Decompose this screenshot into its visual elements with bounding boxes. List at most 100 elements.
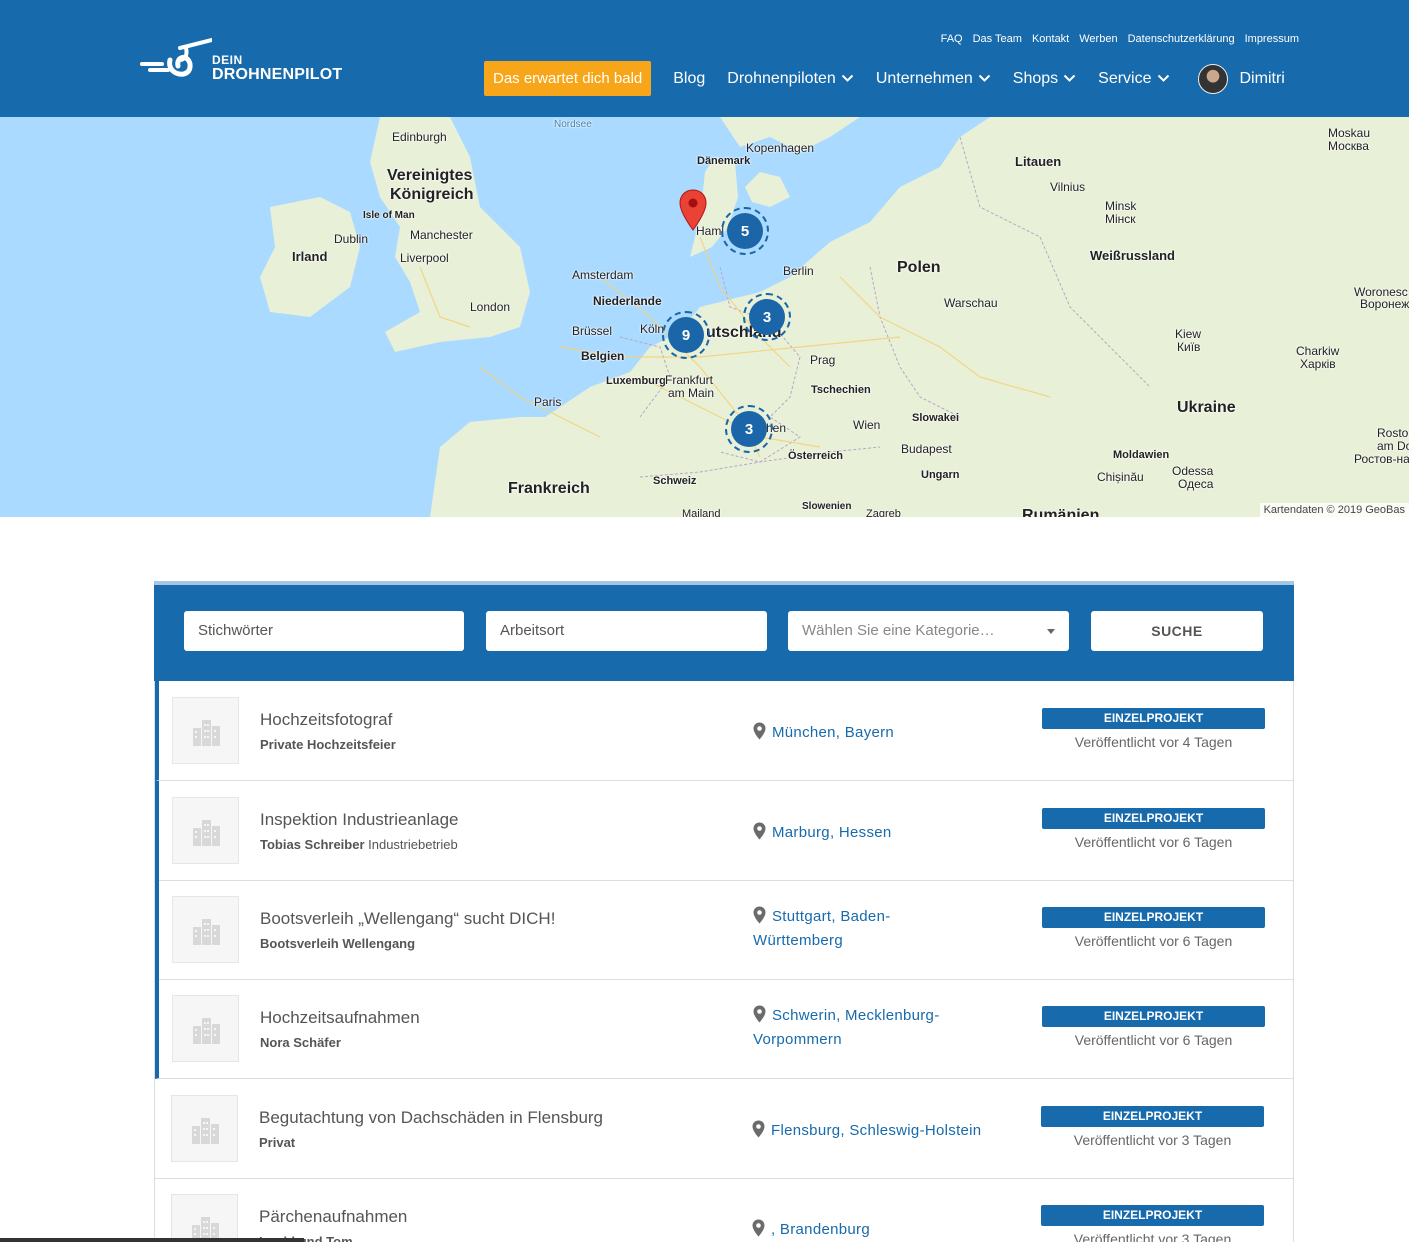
job-location[interactable]: Schwerin, Mecklenburg- Vorpommern bbox=[753, 1004, 1023, 1052]
job-company: Bootsverleih Wellengang bbox=[260, 936, 415, 951]
map-label: Prag bbox=[810, 353, 836, 367]
map-cluster-muenchen[interactable]: 3 bbox=[725, 405, 773, 453]
job-title[interactable]: Inspektion Industrieanlage bbox=[260, 810, 458, 830]
company-logo-placeholder bbox=[172, 697, 239, 764]
nav-blog[interactable]: Blog bbox=[673, 70, 705, 88]
building-icon bbox=[193, 919, 220, 945]
location-input[interactable]: Arbeitsort bbox=[486, 611, 767, 651]
map-label: Одеса bbox=[1178, 477, 1214, 491]
job-location[interactable]: Flensburg, Schleswig-Holstein bbox=[752, 1119, 1022, 1143]
map-label: Odessa bbox=[1172, 464, 1214, 478]
job-title[interactable]: Begutachtung von Dachschäden in Flensbur… bbox=[259, 1108, 603, 1128]
map-label: Paris bbox=[534, 395, 562, 409]
map-label: Харків bbox=[1300, 357, 1336, 371]
map-label: Воронеж bbox=[1360, 297, 1409, 311]
company-logo-placeholder bbox=[172, 797, 239, 864]
job-location[interactable]: , Brandenburg bbox=[752, 1218, 1022, 1242]
job-location[interactable]: Stuttgart, Baden- Württemberg bbox=[753, 905, 1023, 953]
project-type-badge: EINZELPROJEKT bbox=[1041, 1205, 1264, 1226]
chevron-down-icon bbox=[978, 74, 990, 82]
list-item[interactable]: Bootsverleih „Wellengang“ sucht DICH! Bo… bbox=[155, 880, 1294, 980]
map-label: am Do bbox=[1377, 439, 1409, 453]
list-item[interactable]: Inspektion Industrieanlage Tobias Schrei… bbox=[155, 781, 1294, 881]
keywords-input[interactable]: Stichwörter bbox=[184, 611, 464, 651]
nav-unternehmen-label: Unternehmen bbox=[875, 69, 973, 87]
logo-text-main: DROHNENPILOT bbox=[212, 66, 343, 83]
list-item[interactable]: Hochzeitsfotograf Private Hochzeitsfeier… bbox=[155, 681, 1294, 781]
map-label: Brüssel bbox=[572, 324, 613, 338]
user-name: Dimitri bbox=[1239, 69, 1285, 87]
horizontal-scrollbar[interactable] bbox=[0, 1238, 304, 1242]
company-name: Nora Schäfer bbox=[260, 1035, 341, 1050]
list-item[interactable]: Begutachtung von Dachschäden in Flensbur… bbox=[155, 1079, 1294, 1179]
coming-soon-button[interactable]: Das erwartet dich bald bbox=[484, 61, 652, 96]
category-select-label: Wählen Sie eine Kategorie… bbox=[802, 622, 995, 639]
list-item[interactable]: Pärchenaufnahmen Ingrid und Tom , Brande… bbox=[155, 1178, 1294, 1242]
job-map[interactable]: Nordsee Edinburgh Vereinigtes Königreich… bbox=[0, 117, 1409, 517]
map-label: Slowenien bbox=[802, 501, 852, 512]
topnav-faq[interactable]: FAQ bbox=[941, 32, 963, 46]
map-label: Irland bbox=[292, 249, 328, 264]
location-line1: , Brandenburg bbox=[771, 1221, 870, 1238]
building-icon bbox=[193, 720, 220, 746]
job-list: Hochzeitsfotograf Private Hochzeitsfeier… bbox=[154, 681, 1294, 1242]
list-item[interactable]: Hochzeitsaufnahmen Nora Schäfer Schwerin… bbox=[155, 979, 1294, 1079]
topnav-team[interactable]: Das Team bbox=[973, 32, 1022, 46]
job-company: Tobias Schreiber Industriebetrieb bbox=[260, 837, 458, 852]
map-label: Moskau bbox=[1328, 126, 1371, 140]
map-label: Rumänien bbox=[1022, 507, 1100, 517]
map-label: Київ bbox=[1177, 340, 1201, 354]
project-type-badge: EINZELPROJEKT bbox=[1042, 1006, 1265, 1027]
map-label: Budapest bbox=[901, 442, 952, 456]
map-label: Moldawien bbox=[1113, 449, 1170, 461]
map-label: Vereinigtes bbox=[387, 167, 473, 184]
map-label: Dublin bbox=[334, 232, 369, 246]
topnav-impressum[interactable]: Impressum bbox=[1245, 32, 1299, 46]
search-button[interactable]: SUCHE bbox=[1091, 611, 1263, 651]
user-menu[interactable]: Dimitri bbox=[1197, 63, 1285, 94]
location-line1: Marburg, Hessen bbox=[772, 824, 892, 841]
location-line1: München, Bayern bbox=[772, 724, 895, 741]
job-title[interactable]: Hochzeitsaufnahmen bbox=[260, 1008, 420, 1028]
map-label: Amsterdam bbox=[572, 268, 634, 282]
topnav-werben[interactable]: Werben bbox=[1079, 32, 1117, 46]
posted-date: Veröffentlicht vor 4 Tagen bbox=[1074, 734, 1233, 750]
posted-date: Veröffentlicht vor 6 Tagen bbox=[1074, 834, 1233, 850]
map-cluster-hamburg[interactable]: 5 bbox=[721, 207, 769, 255]
map-label: Dänemark bbox=[697, 155, 751, 167]
job-company: Private Hochzeitsfeier bbox=[260, 737, 396, 752]
location-pin-icon bbox=[753, 722, 766, 740]
map-label: Slowakei bbox=[912, 412, 960, 424]
map-cluster-berlin[interactable]: 3 bbox=[743, 293, 791, 341]
nav-service[interactable]: Service bbox=[1098, 70, 1169, 88]
location-pin-icon bbox=[753, 1005, 766, 1023]
company-logo-placeholder bbox=[172, 995, 239, 1062]
map-label: Frankfurt bbox=[665, 373, 714, 387]
job-company: Nora Schäfer bbox=[260, 1035, 341, 1050]
category-select[interactable]: Wählen Sie eine Kategorie… bbox=[788, 611, 1069, 651]
project-type-badge: EINZELPROJEKT bbox=[1042, 808, 1265, 829]
nav-shops[interactable]: Shops bbox=[1013, 70, 1076, 88]
nav-drohnenpiloten-label: Drohnenpiloten bbox=[727, 69, 836, 87]
map-label: Österreich bbox=[788, 450, 844, 462]
nav-unternehmen[interactable]: Unternehmen bbox=[876, 70, 991, 88]
building-icon bbox=[193, 820, 220, 846]
job-title[interactable]: Bootsverleih „Wellengang“ sucht DICH! bbox=[260, 909, 555, 929]
map-marker-icon[interactable] bbox=[679, 189, 707, 231]
company-logo-placeholder bbox=[172, 896, 239, 963]
nav-drohnenpiloten[interactable]: Drohnenpiloten bbox=[727, 70, 854, 88]
location-pin-icon bbox=[752, 1219, 765, 1237]
logo-text-top: DEIN bbox=[212, 53, 243, 67]
map-label: Edinburgh bbox=[392, 130, 447, 144]
map-cluster-koeln[interactable]: 9 bbox=[662, 311, 710, 359]
site-logo[interactable]: DEIN DROHNENPILOT bbox=[140, 36, 345, 88]
cluster-count: 3 bbox=[731, 411, 767, 447]
map-label: Warschau bbox=[944, 296, 998, 310]
topnav-kontakt[interactable]: Kontakt bbox=[1032, 32, 1069, 46]
topnav-datenschutz[interactable]: Datenschutzerklärung bbox=[1128, 32, 1235, 46]
job-location[interactable]: München, Bayern bbox=[753, 721, 1023, 745]
map-label: Wien bbox=[853, 418, 881, 432]
job-title[interactable]: Hochzeitsfotograf bbox=[260, 710, 392, 730]
job-title[interactable]: Pärchenaufnahmen bbox=[259, 1207, 407, 1227]
job-location[interactable]: Marburg, Hessen bbox=[753, 821, 1023, 845]
